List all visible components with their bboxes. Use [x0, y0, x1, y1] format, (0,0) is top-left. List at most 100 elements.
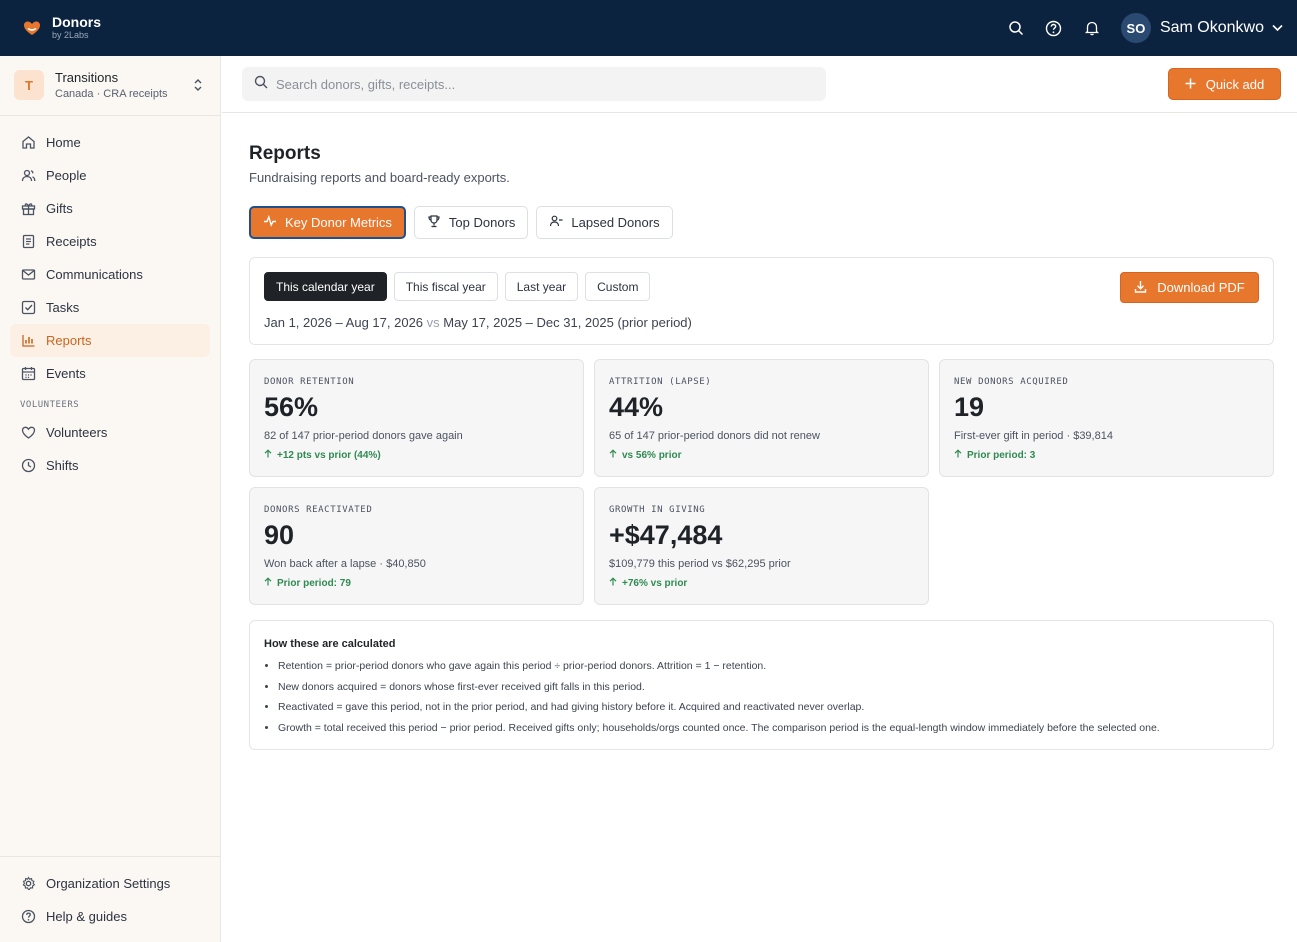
sidebar-footer: Organization Settings Help & guides — [0, 856, 220, 933]
metric-label: NEW DONORS ACQUIRED — [954, 377, 1069, 387]
metric-donor-retention: DONOR RETENTION 56% 82 of 147 prior-peri… — [249, 359, 584, 477]
download-icon — [1134, 280, 1147, 296]
metric-value: 44% — [609, 392, 664, 422]
app-name: Donors — [52, 14, 101, 30]
app-byline: by 2Labs — [52, 30, 89, 40]
metric-value: +$47,484 — [609, 520, 723, 550]
tab-label: Key Donor Metrics — [285, 215, 392, 230]
sidebar-item-people[interactable]: People — [10, 159, 210, 192]
download-pdf-button[interactable]: Download PDF — [1120, 272, 1259, 303]
metric-label: GROWTH IN GIVING — [609, 505, 706, 515]
heart-icon — [20, 425, 36, 441]
sidebar-item-label: Tasks — [46, 300, 80, 315]
metric-description: Won back after a lapse · $40,850 — [264, 558, 426, 570]
metric-label: ATTRITION (LAPSE) — [609, 377, 712, 387]
sidebar-item-gifts[interactable]: Gifts — [10, 192, 210, 225]
vs-separator: vs — [426, 315, 440, 330]
metric-growth-in-giving: GROWTH IN GIVING +$47,484 $109,779 this … — [594, 487, 929, 605]
metric-donors-reactivated: DONORS REACTIVATED 90 Won back after a l… — [249, 487, 584, 605]
volunteers-section-heading: VOLUNTEERS — [20, 400, 80, 410]
metric-delta-text: Prior period: 3 — [967, 449, 1036, 461]
list-item: Retention = prior-period donors who gave… — [278, 659, 1160, 680]
sidebar-item-help[interactable]: Help & guides — [10, 900, 210, 933]
metric-description: 82 of 147 prior-period donors gave again — [264, 430, 463, 442]
search-placeholder: Search donors, gifts, receipts... — [276, 76, 456, 92]
sidebar-item-label: Communications — [46, 267, 143, 282]
sidebar-item-receipts[interactable]: Receipts — [10, 225, 210, 258]
sidebar-item-tasks[interactable]: Tasks — [10, 291, 210, 324]
sidebar-item-home[interactable]: Home — [10, 126, 210, 159]
gear-icon — [20, 876, 36, 892]
list-item: Growth = total received this period − pr… — [278, 721, 1160, 742]
bell-icon[interactable] — [1081, 17, 1103, 39]
tab-lapsed-donors[interactable]: Lapsed Donors — [536, 206, 673, 239]
avatar[interactable]: SO — [1120, 13, 1151, 43]
sidebar-item-events[interactable]: Events — [10, 357, 210, 390]
arrow-up-icon — [609, 449, 617, 461]
page-subtitle: Fundraising reports and board-ready expo… — [249, 170, 510, 185]
search-input[interactable]: Search donors, gifts, receipts... — [242, 67, 826, 101]
metric-label: DONOR RETENTION — [264, 377, 355, 387]
list-item: Reactivated = gave this period, not in t… — [278, 700, 1160, 721]
receipt-icon — [20, 234, 36, 250]
brand[interactable]: Donors by 2Labs — [22, 14, 101, 41]
clock-icon — [20, 458, 36, 474]
arrow-up-icon — [609, 577, 617, 589]
sidebar-item-label: Organization Settings — [46, 876, 171, 891]
metric-delta: Prior period: 79 — [264, 577, 351, 589]
sidebar-item-label: Volunteers — [46, 425, 108, 440]
tab-top-donors[interactable]: Top Donors — [413, 206, 529, 239]
metric-new-donors: NEW DONORS ACQUIRED 19 First-ever gift i… — [939, 359, 1274, 477]
activity-icon — [263, 214, 277, 231]
chevron-up-down-icon[interactable] — [193, 78, 203, 97]
sidebar-item-label: People — [46, 168, 87, 183]
metric-description: First-ever gift in period · $39,814 — [954, 430, 1113, 442]
metric-delta-text: +12 pts vs prior (44%) — [277, 449, 381, 461]
metric-delta: +12 pts vs prior (44%) — [264, 449, 381, 461]
sidebar-item-reports[interactable]: Reports — [10, 324, 210, 357]
sidebar-item-volunteers[interactable]: Volunteers — [10, 416, 210, 449]
bar-chart-icon — [20, 333, 36, 349]
top-bar: Donors by 2Labs SO Sam Okonkwo — [0, 0, 1297, 56]
metric-attrition: ATTRITION (LAPSE) 44% 65 of 147 prior-pe… — [594, 359, 929, 477]
sidebar-item-label: Receipts — [46, 234, 97, 249]
metric-value: 19 — [954, 392, 985, 422]
range-this-calendar-year[interactable]: This calendar year — [264, 272, 387, 301]
metric-delta-text: Prior period: 79 — [277, 577, 351, 589]
range-this-fiscal-year[interactable]: This fiscal year — [393, 272, 498, 301]
people-icon — [20, 168, 36, 184]
main-nav: Home People Gifts Receipts Communication… — [10, 126, 210, 482]
quick-add-label: Quick add — [1205, 76, 1265, 92]
search-icon[interactable] — [1005, 17, 1027, 39]
checkbox-icon — [20, 300, 36, 316]
date-range-selector: This calendar year This fiscal year Last… — [264, 272, 651, 301]
sidebar-item-label: Reports — [46, 333, 92, 348]
metric-value: 56% — [264, 392, 319, 422]
range-custom[interactable]: Custom — [585, 272, 651, 301]
sidebar-item-label: Help & guides — [46, 909, 127, 924]
sidebar-item-label: Home — [46, 135, 81, 150]
sidebar-item-organization-settings[interactable]: Organization Settings — [10, 867, 210, 900]
range-last-year[interactable]: Last year — [504, 272, 579, 301]
prior-period: May 17, 2025 – Dec 31, 2025 (prior perio… — [443, 315, 692, 330]
help-icon[interactable] — [1043, 17, 1065, 39]
search-bar-row: Search donors, gifts, receipts... Quick … — [222, 56, 1297, 113]
sidebar-item-label: Gifts — [46, 201, 73, 216]
plus-icon — [1185, 77, 1196, 92]
sidebar-item-communications[interactable]: Communications — [10, 258, 210, 291]
chevron-down-icon[interactable] — [1272, 24, 1283, 32]
user-name[interactable]: Sam Okonkwo — [1160, 19, 1264, 37]
org-name: Transitions — [55, 70, 119, 85]
arrow-up-icon — [264, 577, 272, 589]
calendar-icon — [20, 366, 36, 382]
org-switcher[interactable]: T Transitions Canada · CRA receipts — [0, 56, 220, 116]
notes-list: Retention = prior-period donors who gave… — [278, 659, 1160, 741]
trophy-icon — [427, 214, 441, 231]
sidebar-item-shifts[interactable]: Shifts — [10, 449, 210, 482]
metric-value: 90 — [264, 520, 295, 550]
sidebar-item-label: Shifts — [46, 458, 79, 473]
quick-add-button[interactable]: Quick add — [1168, 68, 1281, 100]
tab-key-donor-metrics[interactable]: Key Donor Metrics — [249, 206, 406, 239]
period-summary: Jan 1, 2026 – Aug 17, 2026 vs May 17, 20… — [264, 315, 692, 330]
tab-label: Top Donors — [448, 215, 516, 230]
